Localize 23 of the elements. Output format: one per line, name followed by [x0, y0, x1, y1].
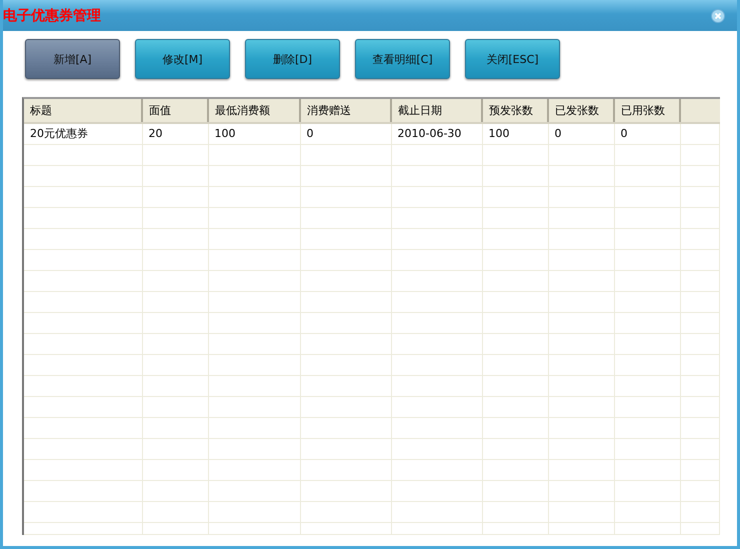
- column-header[interactable]: 已用张数: [614, 99, 680, 123]
- toolbar-button[interactable]: 修改[M]: [135, 39, 230, 79]
- toolbar-button[interactable]: 查看明细[C]: [355, 39, 450, 79]
- table-cell: 20元优惠券: [24, 123, 142, 144]
- table-cell: 20: [142, 123, 208, 144]
- window-title: 电子优惠券管理: [3, 6, 101, 24]
- column-header[interactable]: 最低消费额: [208, 99, 300, 123]
- table-cell: 0: [614, 123, 680, 144]
- toolbar-button[interactable]: 删除[D]: [245, 39, 340, 79]
- column-header[interactable]: 消费赠送: [300, 99, 391, 123]
- column-header[interactable]: 面值: [142, 99, 208, 123]
- close-icon[interactable]: [711, 8, 725, 22]
- column-header[interactable]: 预发张数: [482, 99, 548, 123]
- toolbar-button[interactable]: 新增[A]: [25, 39, 120, 79]
- table-cell: 2010-06-30: [391, 123, 482, 144]
- table-cell: 100: [482, 123, 548, 144]
- column-header[interactable]: 截止日期: [391, 99, 482, 123]
- table-cell: 0: [300, 123, 391, 144]
- column-header[interactable]: 已发张数: [548, 99, 614, 123]
- table-cell: 0: [548, 123, 614, 144]
- column-header[interactable]: 标题: [24, 99, 142, 123]
- table-cell: 100: [208, 123, 300, 144]
- toolbar-button[interactable]: 关闭[ESC]: [465, 39, 560, 79]
